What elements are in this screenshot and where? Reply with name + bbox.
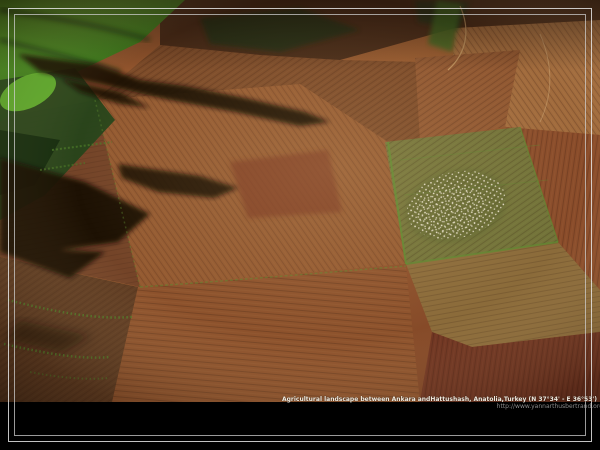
caption-url: http://www.yannarthusbertrand.org — [282, 403, 600, 410]
wallpaper-canvas: Agricultural landscape between Ankara an… — [0, 0, 600, 450]
vignette — [0, 0, 600, 402]
aerial-photo — [0, 0, 600, 402]
caption-title: Agricultural landscape between Ankara an… — [282, 396, 597, 403]
terrain-illustration — [0, 0, 600, 402]
photo-caption: Agricultural landscape between Ankara an… — [282, 396, 597, 410]
